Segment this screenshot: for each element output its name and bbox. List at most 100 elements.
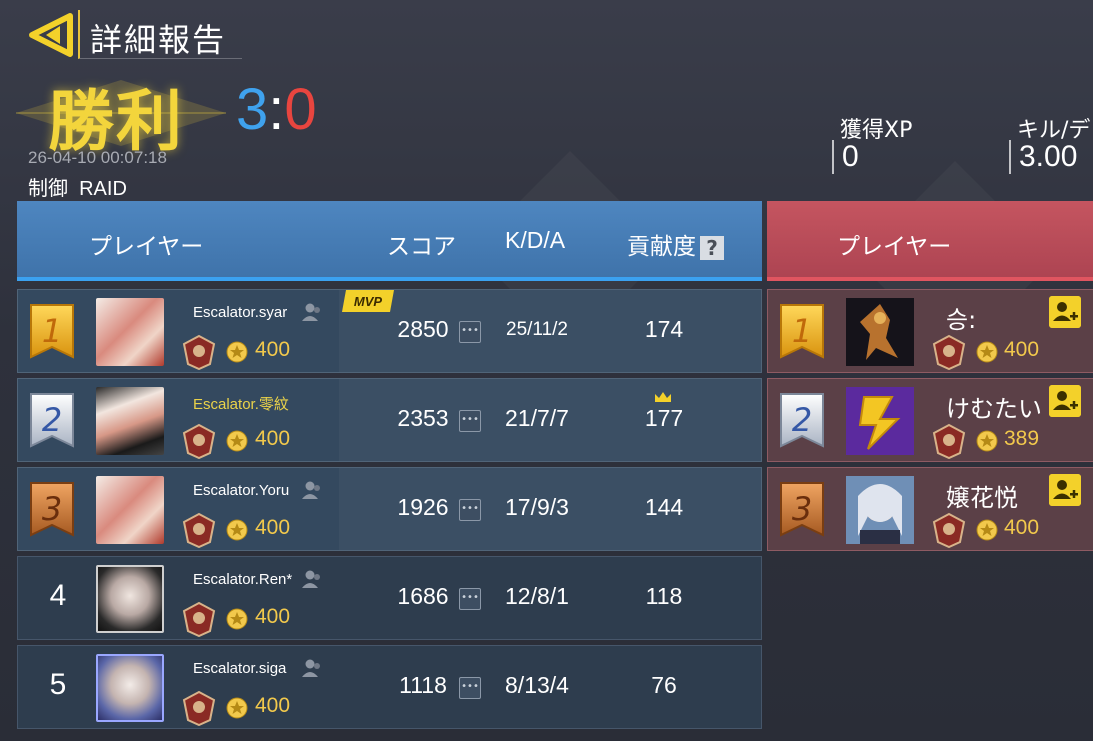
- header-contribution-label: 貢献度: [627, 234, 696, 260]
- rank-emblem-icon: [182, 334, 216, 370]
- rank-points: 400: [255, 338, 291, 361]
- rank-number: 2: [791, 401, 813, 439]
- player-name: Escalator.Yoru: [193, 482, 290, 499]
- avatar[interactable]: [96, 298, 164, 366]
- table-row[interactable]: 2 けむたい 389: [767, 378, 1093, 462]
- rank-emblem-icon: [932, 423, 966, 459]
- table-row[interactable]: 1 Escalator.syar 400 MVP 2850 ••• 25/11/…: [17, 289, 762, 373]
- stat-value-xp: 0: [832, 140, 859, 174]
- details-button[interactable]: •••: [459, 410, 481, 432]
- score-red: 0: [284, 77, 317, 142]
- match-score: 3:0: [236, 76, 317, 143]
- avatar[interactable]: [846, 298, 914, 366]
- avatar[interactable]: [96, 565, 164, 633]
- red-team-header: プレイヤー: [767, 201, 1093, 281]
- player-name: けむたい: [946, 395, 1042, 423]
- rank-points: 400: [1004, 338, 1040, 361]
- mvp-label: MVP: [354, 294, 383, 309]
- star-coin-icon: [226, 697, 248, 719]
- score-blue: 3: [236, 77, 269, 142]
- rank-emblem-icon: [182, 512, 216, 548]
- score-separator: :: [268, 77, 285, 142]
- header-score: スコア: [387, 234, 456, 260]
- player-contribution: 177: [644, 405, 684, 431]
- header-kda: K/D/A: [505, 227, 566, 253]
- table-row[interactable]: 4 Escalator.Ren* 400 1686 ••• 12/8/1 118: [17, 556, 762, 640]
- match-mode: 制御 RAID: [28, 178, 127, 200]
- star-coin-icon: [226, 519, 248, 541]
- rank-points: 400: [255, 605, 291, 628]
- rank-number: 1: [41, 312, 63, 350]
- star-coin-icon: [976, 430, 998, 452]
- avatar[interactable]: [846, 387, 914, 455]
- avatar[interactable]: [96, 654, 164, 722]
- star-coin-icon: [226, 608, 248, 630]
- table-row[interactable]: 5 Escalator.siga 400 1118 ••• 8/13/4 76: [17, 645, 762, 729]
- details-button[interactable]: •••: [459, 321, 481, 343]
- add-friend-icon[interactable]: [1049, 385, 1081, 417]
- player-contribution: 144: [644, 494, 684, 520]
- rank-number: 1: [791, 312, 813, 350]
- details-button[interactable]: •••: [459, 677, 481, 699]
- rank-points: 400: [255, 694, 291, 717]
- table-row[interactable]: 3 嬢花悦 400: [767, 467, 1093, 551]
- rank-emblem-icon: [182, 423, 216, 459]
- details-button[interactable]: •••: [459, 499, 481, 521]
- rank-number: 5: [49, 668, 67, 701]
- star-coin-icon: [226, 341, 248, 363]
- header-contribution: 貢献度?: [627, 227, 724, 261]
- player-name: Escalator.siga: [193, 660, 287, 677]
- player-kda: 8/13/4: [505, 672, 569, 698]
- player-contribution: 76: [651, 672, 677, 698]
- rank-emblem-icon: [932, 334, 966, 370]
- help-icon[interactable]: ?: [700, 235, 724, 260]
- player-score: 2850: [397, 316, 449, 342]
- player-kda: 21/7/7: [505, 405, 569, 431]
- player-name: Escalator.syar: [193, 304, 288, 321]
- player-contribution: 174: [644, 316, 684, 342]
- player-name: Escalator.Ren*: [193, 571, 293, 588]
- mvp-badge: MVP: [342, 290, 394, 312]
- player-kda: 17/9/3: [505, 494, 569, 520]
- avatar[interactable]: [96, 476, 164, 544]
- player-score: 1118: [399, 672, 447, 698]
- star-coin-icon: [976, 519, 998, 541]
- rank-emblem-icon: [182, 601, 216, 637]
- blue-team-header: プレイヤー スコア K/D/A 貢献度?: [17, 201, 762, 281]
- header-player-red: プレイヤー: [837, 234, 952, 260]
- back-arrow-icon: [29, 13, 73, 57]
- player-kda: 12/8/1: [505, 583, 569, 609]
- match-datetime: 26-04-10 00:07:18: [28, 148, 167, 167]
- rank-points: 400: [1004, 516, 1040, 539]
- friend-icon[interactable]: [300, 569, 324, 589]
- player-kda: 25/11/2: [506, 319, 568, 340]
- rank-emblem-icon: [932, 512, 966, 548]
- table-row[interactable]: 3 Escalator.Yoru 400 1926 ••• 17/9/3 144: [17, 467, 762, 551]
- player-score: 2353: [397, 405, 449, 431]
- details-button[interactable]: •••: [459, 588, 481, 610]
- player-name: 嬢花悦: [946, 484, 1018, 512]
- star-coin-icon: [226, 430, 248, 452]
- page-title: 詳細報告: [90, 21, 227, 59]
- rank-points: 389: [1004, 427, 1040, 450]
- table-row[interactable]: 2 Escalator.零紋 400 2353 ••• 21/7/7 177: [17, 378, 762, 462]
- add-friend-icon[interactable]: [1049, 296, 1081, 328]
- back-button[interactable]: [22, 10, 78, 60]
- friend-icon[interactable]: [300, 302, 324, 322]
- avatar[interactable]: [846, 476, 914, 544]
- rank-points: 400: [255, 516, 291, 539]
- player-name: 승:: [946, 306, 977, 334]
- player-name: Escalator.零紋: [193, 396, 289, 413]
- add-friend-icon[interactable]: [1049, 474, 1081, 506]
- rank-number: 2: [41, 401, 63, 439]
- star-coin-icon: [976, 341, 998, 363]
- rank-number: 3: [791, 490, 813, 528]
- table-row[interactable]: 1 승: 400: [767, 289, 1093, 373]
- rank-points: 400: [255, 427, 291, 450]
- rank-emblem-icon: [182, 690, 216, 726]
- player-score: 1686: [397, 583, 449, 609]
- avatar[interactable]: [96, 387, 164, 455]
- friend-icon[interactable]: [300, 658, 324, 678]
- friend-icon[interactable]: [300, 480, 324, 500]
- crown-icon: [655, 392, 671, 402]
